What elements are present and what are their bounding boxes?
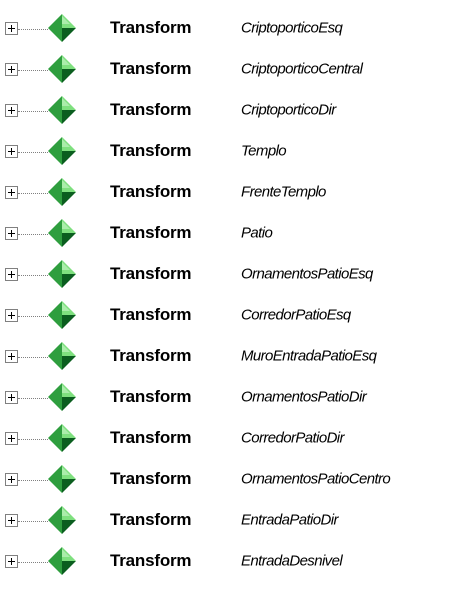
node-name-label: OrnamentosPatioDir (241, 388, 367, 406)
expand-plus-icon[interactable] (5, 185, 18, 199)
tree-connector-line (18, 274, 48, 276)
node-type-label: Transform (110, 386, 192, 406)
node-type-label: Transform (110, 222, 192, 242)
expand-plus-icon[interactable] (5, 431, 18, 445)
tree-row[interactable]: Transform CorredorPatioEsq (0, 295, 467, 336)
green-diamond-icon (48, 464, 76, 493)
node-type-label: Transform (110, 345, 192, 365)
green-diamond-icon (48, 423, 76, 452)
tree-row[interactable]: Transform CriptoporticoCentral (0, 49, 467, 90)
tree-connector-line (18, 151, 48, 153)
tree-row[interactable]: Transform Patio (0, 213, 467, 254)
node-name-label: EntradaPatioDir (241, 511, 338, 529)
green-diamond-icon (48, 136, 76, 165)
green-diamond-icon (48, 95, 76, 124)
node-type-label: Transform (110, 140, 192, 160)
tree-row[interactable]: Transform EntradaPatioDir (0, 500, 467, 541)
green-diamond-icon (48, 177, 76, 206)
tree-connector-line (18, 28, 48, 30)
tree-row[interactable]: Transform Templo (0, 131, 467, 172)
node-name-label: Templo (241, 142, 287, 160)
tree-row[interactable]: Transform OrnamentosPatioEsq (0, 254, 467, 295)
green-diamond-icon (48, 546, 76, 575)
node-name-label: MuroEntradaPatioEsq (241, 347, 377, 365)
tree-connector-line (18, 356, 48, 358)
scene-tree: Transform CriptoporticoEsq Transform Cri… (0, 8, 467, 582)
green-diamond-icon (48, 13, 76, 42)
tree-connector-line (18, 315, 48, 317)
node-name-label: EntradaDesnivel (241, 552, 343, 570)
green-diamond-icon (48, 259, 76, 288)
green-diamond-icon (48, 300, 76, 329)
tree-connector-line (18, 233, 48, 235)
expand-plus-icon[interactable] (5, 62, 18, 76)
tree-connector-line (18, 69, 48, 71)
tree-connector-line (18, 397, 48, 399)
tree-connector-line (18, 192, 48, 194)
green-diamond-icon (48, 218, 76, 247)
expand-plus-icon[interactable] (5, 472, 18, 486)
node-type-label: Transform (110, 17, 192, 37)
node-type-label: Transform (110, 509, 192, 529)
tree-connector-line (18, 438, 48, 440)
node-name-label: CorredorPatioEsq (241, 306, 351, 324)
green-diamond-icon (48, 341, 76, 370)
node-type-label: Transform (110, 427, 192, 447)
expand-plus-icon[interactable] (5, 554, 18, 568)
expand-plus-icon[interactable] (5, 390, 18, 404)
tree-connector-line (18, 561, 48, 563)
node-name-label: Patio (241, 224, 273, 242)
node-type-label: Transform (110, 304, 192, 324)
tree-connector-line (18, 520, 48, 522)
node-type-label: Transform (110, 99, 192, 119)
tree-row[interactable]: Transform CorredorPatioDir (0, 418, 467, 459)
tree-row[interactable]: Transform EntradaDesnivel (0, 541, 467, 582)
node-name-label: CriptoporticoEsq (241, 19, 343, 37)
node-type-label: Transform (110, 181, 192, 201)
tree-row[interactable]: Transform MuroEntradaPatioEsq (0, 336, 467, 377)
green-diamond-icon (48, 382, 76, 411)
tree-connector-line (18, 110, 48, 112)
node-type-label: Transform (110, 263, 192, 283)
expand-plus-icon[interactable] (5, 349, 18, 363)
expand-plus-icon[interactable] (5, 144, 18, 158)
tree-row[interactable]: Transform OrnamentosPatioCentro (0, 459, 467, 500)
tree-row[interactable]: Transform OrnamentosPatioDir (0, 377, 467, 418)
node-name-label: CriptoporticoDir (241, 101, 336, 119)
expand-plus-icon[interactable] (5, 267, 18, 281)
expand-plus-icon[interactable] (5, 103, 18, 117)
tree-row[interactable]: Transform FrenteTemplo (0, 172, 467, 213)
tree-connector-line (18, 479, 48, 481)
node-name-label: CriptoporticoCentral (241, 60, 363, 78)
node-name-label: CorredorPatioDir (241, 429, 345, 447)
green-diamond-icon (48, 505, 76, 534)
node-type-label: Transform (110, 550, 192, 570)
expand-plus-icon[interactable] (5, 308, 18, 322)
node-name-label: OrnamentosPatioEsq (241, 265, 373, 283)
node-name-label: OrnamentosPatioCentro (241, 470, 391, 488)
expand-plus-icon[interactable] (5, 226, 18, 240)
node-type-label: Transform (110, 58, 192, 78)
expand-plus-icon[interactable] (5, 21, 18, 35)
node-type-label: Transform (110, 468, 192, 488)
green-diamond-icon (48, 54, 76, 83)
tree-row[interactable]: Transform CriptoporticoDir (0, 90, 467, 131)
tree-row[interactable]: Transform CriptoporticoEsq (0, 8, 467, 49)
node-name-label: FrenteTemplo (241, 183, 326, 201)
expand-plus-icon[interactable] (5, 513, 18, 527)
